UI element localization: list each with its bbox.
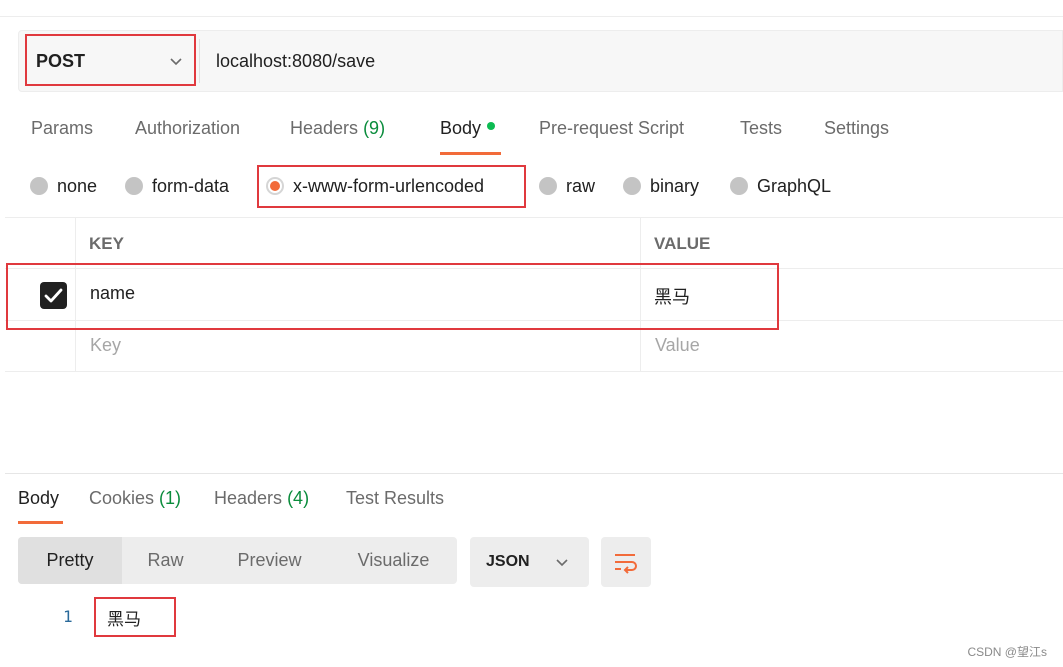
format-pretty-button[interactable]: Pretty <box>18 537 122 584</box>
tab-tests[interactable]: Tests <box>740 118 782 139</box>
response-tab-test-results[interactable]: Test Results <box>346 488 444 509</box>
url-input[interactable]: localhost:8080/save <box>216 47 816 75</box>
method-divider <box>199 39 200 83</box>
column-divider <box>75 269 76 320</box>
response-divider[interactable] <box>5 473 1063 474</box>
modified-dot-icon <box>487 122 496 131</box>
row-enabled-checkbox[interactable] <box>40 282 67 309</box>
table-header: KEY VALUE <box>5 217 1063 269</box>
radio-icon <box>125 177 143 195</box>
key-header: KEY <box>89 234 124 253</box>
column-divider <box>640 269 641 320</box>
tab-label: Test Results <box>346 488 445 508</box>
tab-count: (1) <box>159 488 182 508</box>
top-divider <box>0 16 1063 17</box>
radio-label: x-www-form-urlencoded <box>293 175 485 196</box>
tab-label: Headers <box>290 118 359 138</box>
column-divider <box>640 218 641 268</box>
tab-label: Tests <box>740 118 783 138</box>
format-segmented-control: Pretty Raw Preview Visualize <box>18 537 457 584</box>
column-divider <box>75 321 76 371</box>
language-select[interactable]: JSON <box>470 537 589 587</box>
radio-graphql[interactable]: GraphQL <box>730 172 831 200</box>
tab-settings[interactable]: Settings <box>824 118 889 139</box>
active-tab-underline <box>440 152 501 155</box>
language-label: JSON <box>486 553 530 570</box>
radio-binary[interactable]: binary <box>623 172 699 200</box>
active-tab-underline <box>18 521 63 524</box>
response-content[interactable]: 黑马 <box>107 605 141 630</box>
method-select[interactable]: POST <box>27 36 197 86</box>
radio-label: binary <box>650 175 700 196</box>
radio-none[interactable]: none <box>30 172 97 200</box>
tab-count: (9) <box>363 118 386 138</box>
format-visualize-button[interactable]: Visualize <box>330 537 457 584</box>
response-tab-cookies[interactable]: Cookies (1) <box>89 488 181 509</box>
format-raw-button[interactable]: Raw <box>122 537 209 584</box>
wrap-lines-icon <box>615 554 637 574</box>
radio-x-www-form-urlencoded[interactable]: x-www-form-urlencoded <box>266 172 484 200</box>
tab-label: Headers <box>214 488 283 508</box>
tab-params[interactable]: Params <box>31 118 93 139</box>
tab-headers[interactable]: Headers (9) <box>290 118 385 139</box>
table-row-new: Key Value <box>5 321 1063 372</box>
method-label: POST <box>36 50 86 71</box>
tab-body[interactable]: Body <box>440 118 496 139</box>
column-divider <box>75 218 76 268</box>
tab-label: Cookies <box>89 488 155 508</box>
tab-label: Pre-request Script <box>539 118 685 138</box>
radio-label: raw <box>566 175 596 196</box>
radio-icon <box>30 177 48 195</box>
radio-icon <box>623 177 641 195</box>
radio-label: GraphQL <box>757 175 832 196</box>
wrap-lines-button[interactable] <box>601 537 651 587</box>
tab-label: Body <box>440 118 482 138</box>
line-number: 1 <box>63 607 73 626</box>
tab-count: (4) <box>287 488 310 508</box>
table-row: name 黑马 <box>5 269 1063 321</box>
new-key-input[interactable]: Key <box>90 335 121 356</box>
tab-pre-request-script[interactable]: Pre-request Script <box>539 118 684 139</box>
radio-label: none <box>57 175 98 196</box>
column-divider <box>640 321 641 371</box>
radio-label: form-data <box>152 175 230 196</box>
check-icon <box>44 288 63 303</box>
radio-form-data[interactable]: form-data <box>125 172 229 200</box>
tab-label: Authorization <box>135 118 241 138</box>
chevron-down-icon <box>170 58 182 66</box>
row-value[interactable]: 黑马 <box>654 283 690 309</box>
radio-icon <box>539 177 557 195</box>
response-tab-headers[interactable]: Headers (4) <box>214 488 309 509</box>
tab-label: Body <box>18 488 60 508</box>
tab-label: Settings <box>824 118 890 138</box>
row-key[interactable]: name <box>90 283 135 304</box>
chevron-down-icon <box>556 559 568 567</box>
watermark: CSDN @望江s <box>967 645 1047 659</box>
format-preview-button[interactable]: Preview <box>209 537 330 584</box>
value-header: VALUE <box>654 234 711 253</box>
tab-authorization[interactable]: Authorization <box>135 118 240 139</box>
response-tab-body[interactable]: Body <box>18 488 59 509</box>
new-value-input[interactable]: Value <box>655 335 700 356</box>
radio-icon <box>730 177 748 195</box>
radio-selected-icon <box>266 177 284 195</box>
radio-raw[interactable]: raw <box>539 172 595 200</box>
request-bar: POST localhost:8080/save <box>18 30 1063 92</box>
tab-label: Params <box>31 118 94 138</box>
